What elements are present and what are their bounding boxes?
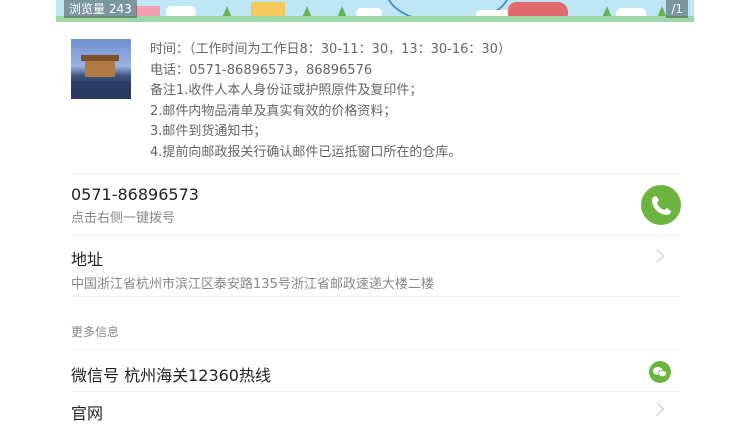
info-line-note-1: 备注1.收件人本人身份证或护照原件及复印件； (150, 83, 423, 98)
address-title: 地址 (71, 250, 104, 269)
address-value: 中国浙江省杭州市滨江区泰安路135号浙江省邮政速递大楼二楼 (71, 277, 434, 292)
wechat-id: 微信号 杭州海关12360热线 (71, 366, 271, 385)
wechat-row[interactable]: 微信号 杭州海关12360热线 (71, 362, 681, 386)
phone-number: 0571-86896573 (71, 185, 199, 204)
header-banner: 浏览量 243 /1 (56, 0, 694, 22)
info-line-note-2: 2.邮件内物品清单及真实有效的价格资料； (150, 103, 397, 119)
info-text-block: 时间：（工作时间为工作日8：30-11：30，13：30-16：30） 电话：0… (150, 40, 690, 163)
phone-icon (652, 196, 671, 215)
view-count-badge: 浏览量 243 (64, 0, 137, 18)
phone-hint: 点击右侧一键拨号 (71, 211, 176, 226)
website-row[interactable]: 官网 (71, 400, 681, 424)
more-info-section-label: 更多信息 (71, 325, 120, 339)
info-line-hours: 时间：（工作时间为工作日8：30-11：30，13：30-16：30） (150, 42, 511, 57)
info-line-phone: 电话：0571-86896573，86896576 (150, 62, 373, 78)
wechat-icon[interactable] (649, 361, 671, 383)
info-line-note-4: 4.提前向邮政报关行确认邮件已运抵窗口所在的仓库。 (150, 144, 462, 160)
website-title: 官网 (71, 404, 104, 423)
divider (71, 349, 681, 350)
divider (71, 391, 681, 392)
divider (71, 296, 681, 297)
ground-strip (56, 16, 694, 22)
info-line-note-3: 3.邮件到货通知书； (150, 124, 267, 139)
page-indicator: /1 (666, 0, 688, 18)
call-button[interactable] (641, 185, 681, 225)
address-row[interactable]: 地址 中国浙江省杭州市滨江区泰安路135号浙江省邮政速递大楼二楼 (71, 246, 681, 292)
phone-row[interactable]: 0571-86896573 点击右侧一键拨号 (71, 185, 681, 226)
pagoda-image (81, 55, 119, 77)
location-thumbnail[interactable] (71, 39, 131, 99)
lake-image (71, 81, 131, 99)
divider (71, 235, 681, 236)
divider (71, 174, 681, 175)
